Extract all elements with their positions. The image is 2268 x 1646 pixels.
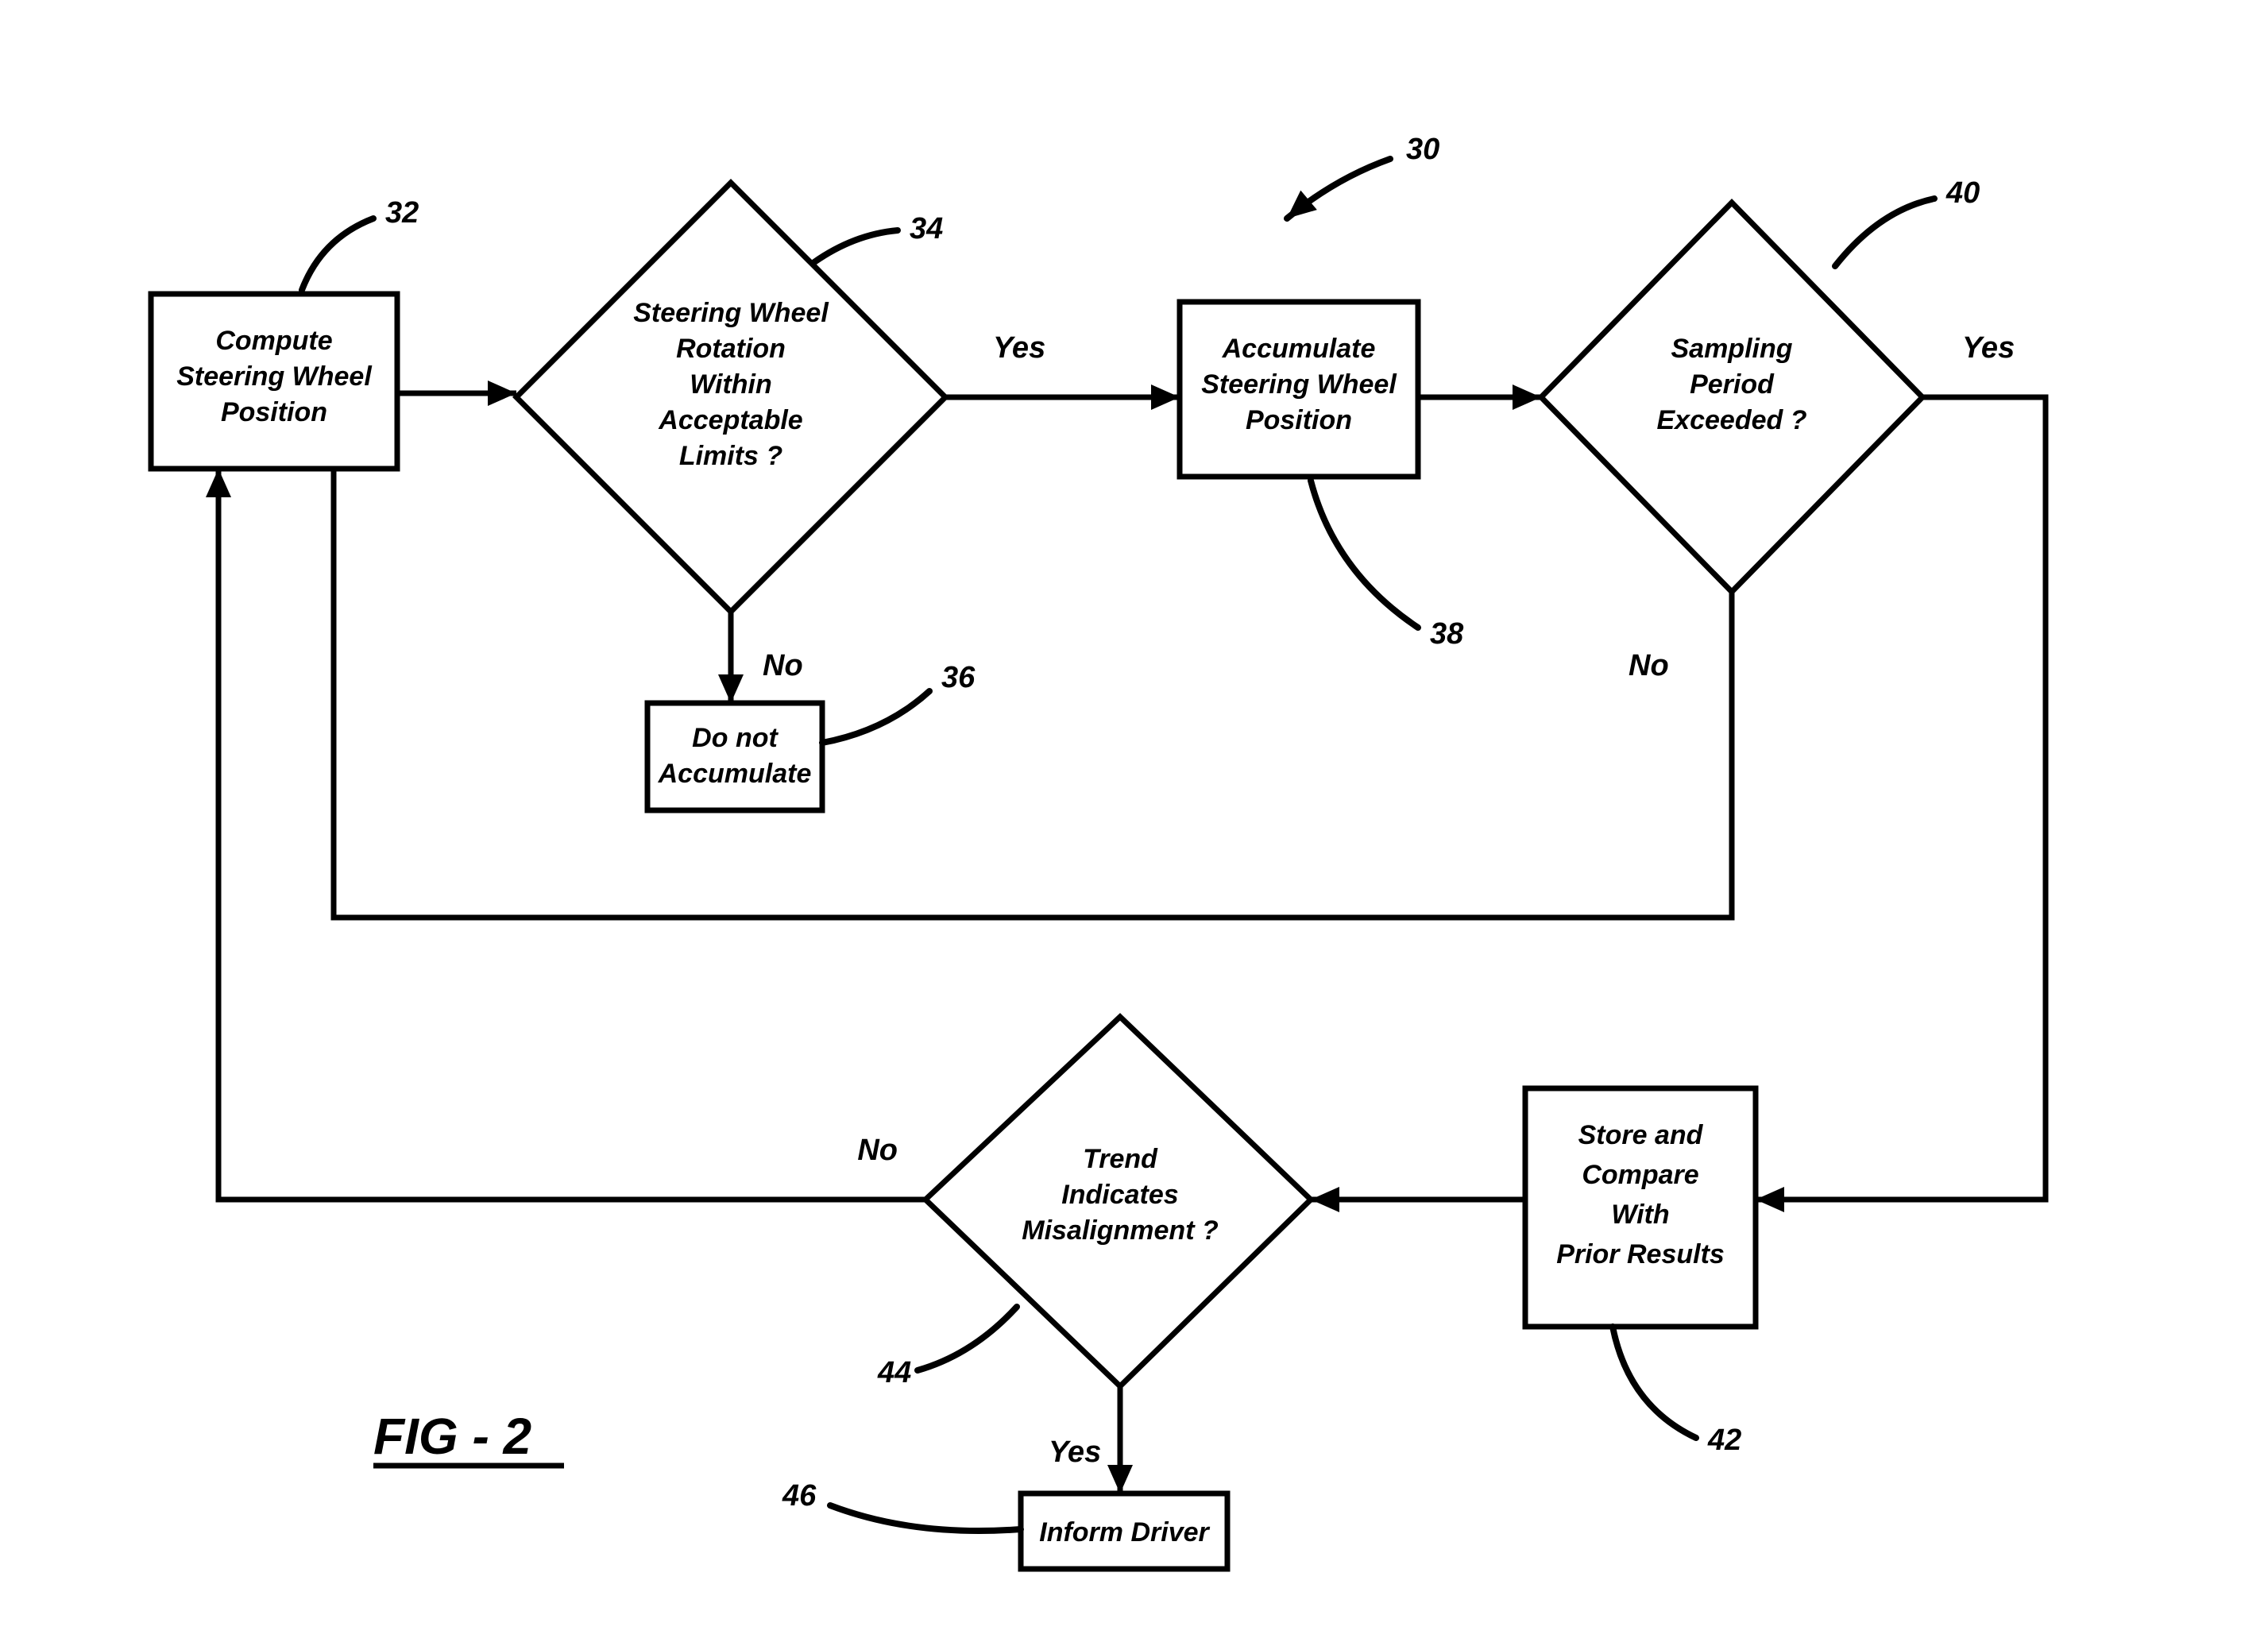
n46-l1: Inform Driver — [1039, 1517, 1210, 1547]
edge-40-no-loop — [334, 469, 1732, 918]
edge-44-no-loop — [218, 469, 925, 1200]
n38-l2: Steering Wheel — [1201, 369, 1397, 400]
n40-l2: Period — [1690, 369, 1775, 400]
leader-42 — [1613, 1327, 1696, 1438]
n34-l2: Rotation — [676, 334, 786, 364]
n36-l2: Accumulate — [658, 759, 812, 789]
leader-44 — [918, 1307, 1017, 1370]
flowchart-figure: Compute Steering Wheel Position Steering… — [0, 0, 2268, 1646]
lbl-40-no: No — [1629, 649, 1669, 682]
ref-36: 36 — [941, 661, 976, 694]
n40-l3: Exceeded ? — [1657, 405, 1807, 435]
n42-l1: Store and — [1578, 1120, 1704, 1150]
n34-l3: Within — [690, 369, 772, 400]
n36-l1: Do not — [692, 723, 779, 753]
ref-32: 32 — [385, 196, 419, 230]
n44-l2: Indicates — [1061, 1180, 1178, 1210]
n40-l1: Sampling — [1671, 334, 1792, 364]
lbl-44-no: No — [857, 1134, 898, 1167]
n32-l3: Position — [221, 397, 327, 427]
n44-l3: Misalignment ? — [1022, 1215, 1219, 1246]
n34-l4: Acceptable — [658, 405, 802, 435]
decision-rotation-limits: Steering Wheel Rotation Within Acceptabl… — [516, 183, 945, 612]
ref-34: 34 — [910, 212, 943, 245]
decision-sampling-period: Sampling Period Exceeded ? — [1541, 203, 1922, 592]
leader-40 — [1835, 199, 1934, 266]
n34-l1: Steering Wheel — [633, 298, 829, 328]
lbl-40-yes: Yes — [1962, 331, 2015, 365]
ref-44: 44 — [877, 1356, 911, 1389]
leader-32 — [302, 218, 373, 290]
lbl-34-no: No — [763, 649, 803, 682]
n42-l3: With — [1611, 1200, 1669, 1230]
lbl-34-yes: Yes — [993, 331, 1045, 365]
decision-trend-misalignment: Trend Indicates Misalignment ? — [925, 1017, 1311, 1386]
n32-l1: Compute — [215, 326, 332, 356]
ref-46: 46 — [782, 1479, 817, 1513]
lbl-44-yes: Yes — [1049, 1435, 1101, 1469]
leader-46 — [830, 1505, 1021, 1531]
n44-l1: Trend — [1083, 1144, 1158, 1174]
n32-l2: Steering Wheel — [176, 361, 373, 392]
n42-l4: Prior Results — [1556, 1239, 1725, 1269]
leader-34 — [814, 230, 898, 262]
n38-l3: Position — [1246, 405, 1352, 435]
n38-l1: Accumulate — [1222, 334, 1376, 364]
ref-40: 40 — [1945, 176, 1980, 210]
process-do-not-accumulate — [647, 703, 822, 810]
n34-l5: Limits ? — [679, 441, 783, 471]
ref-38: 38 — [1430, 617, 1464, 651]
leader-36 — [822, 691, 929, 743]
figure-label: FIG - 2 — [373, 1408, 531, 1465]
ref-42: 42 — [1707, 1424, 1741, 1457]
ref-30: 30 — [1406, 133, 1439, 166]
leader-38 — [1311, 481, 1418, 628]
edge-40-42 — [1756, 397, 2046, 1200]
n42-l2: Compare — [1582, 1160, 1698, 1190]
